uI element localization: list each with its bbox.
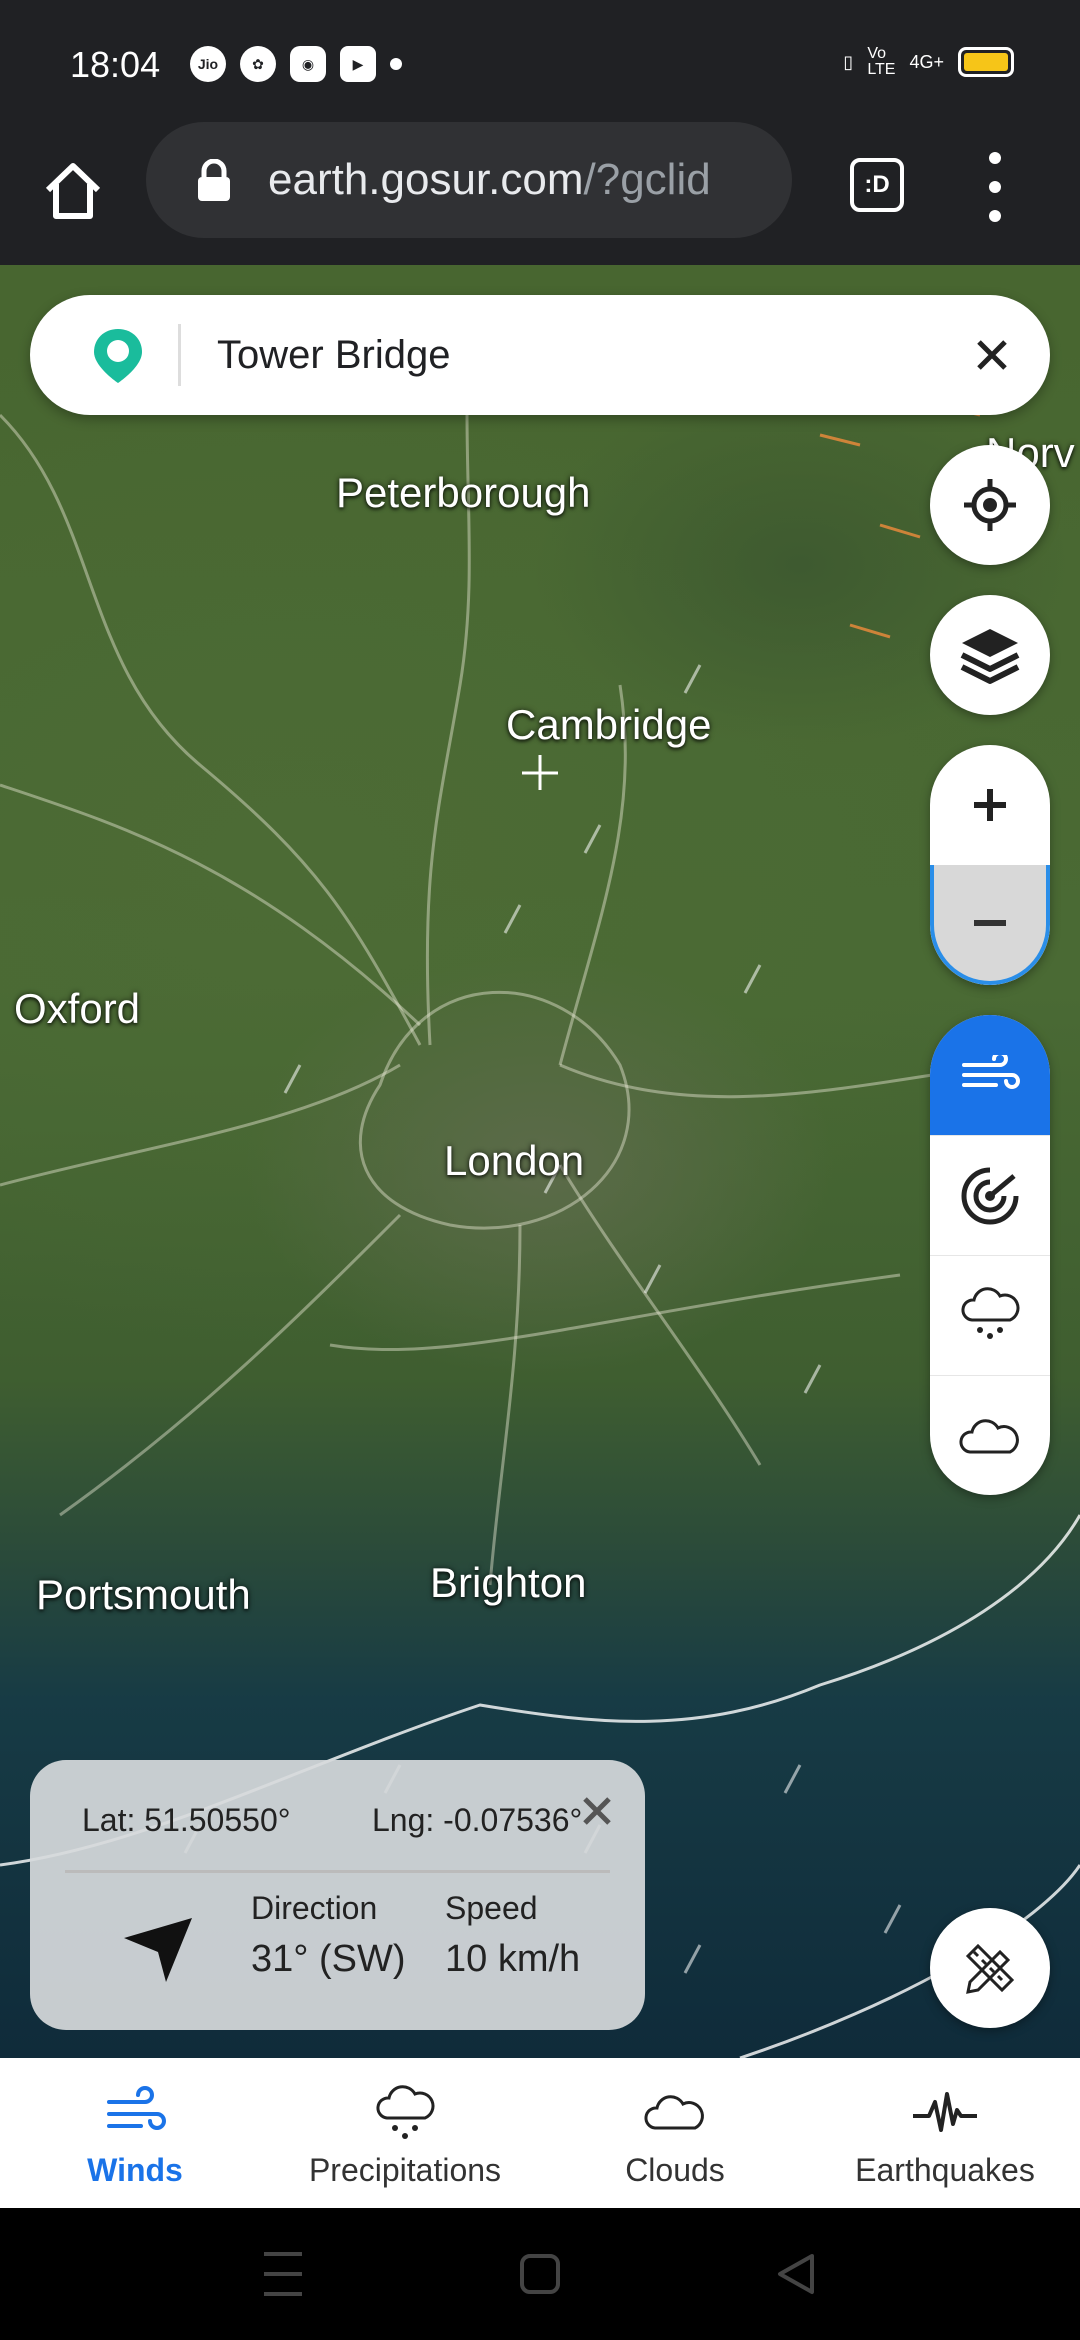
wind-layer-button[interactable] [930,1015,1050,1135]
close-icon [977,340,1007,370]
jio-icon: Jio [190,46,226,82]
nav-earthquakes[interactable]: Earthquakes [810,2058,1080,2208]
system-home-button [520,2254,560,2294]
wind-icon [107,2086,166,2130]
nav-label-winds: Winds [87,2152,183,2188]
browser-menu-button[interactable] [980,152,1010,222]
nav-winds[interactable]: Winds [0,2058,270,2208]
plus-icon [974,789,1006,821]
more-notifications-icon [390,58,402,70]
nav-label-precipitations: Precipitations [308,2152,502,2188]
search-input[interactable]: Tower Bridge [217,333,962,378]
nav-clouds[interactable]: Clouds [540,2058,810,2208]
notification-icons: Jio ✿ ◉ ▶ [190,46,402,82]
wind-info-card: Lat: 51.50550° Lng: -0.07536° Direction … [30,1760,645,2030]
radar-layer-button[interactable] [930,1135,1050,1255]
home-icon [45,163,101,219]
nav-precipitations[interactable]: Precipitations [270,2058,540,2208]
city-label-london: London [444,1137,585,1184]
city-label-peterborough: Peterborough [336,469,591,516]
status-bar: 18:04 Jio ✿ ◉ ▶ ▯ Vo LTE 4G+ [0,0,1080,130]
city-label-cambridge: Cambridge [506,701,712,748]
cloud-icon [959,1418,1019,1453]
vibrate-icon: ▯ [843,51,854,72]
youtube-icon: ▶ [340,46,376,82]
latitude-text: Lat: 51.50550° [82,1802,291,1838]
speed-label: Speed [445,1890,538,1926]
zoom-controls [930,745,1050,985]
back-button [778,2254,814,2294]
direction-value: 31° (SW) [251,1938,406,1980]
address-bar[interactable]: earth.gosur.com/?gclid [146,122,792,238]
overlay-layer-controls [930,1015,1050,1495]
app-icon: ✿ [240,46,276,82]
lock-icon [196,158,232,201]
city-label-brighton: Brighton [430,1559,587,1606]
rain-cloud-icon [961,1286,1020,1339]
location-marker [522,755,558,790]
url-path: /?gclid [583,155,711,204]
pencil-ruler-icon [965,1943,1015,1994]
wind-icon [962,1055,1020,1089]
layers-button[interactable] [930,595,1050,715]
recents-button [264,2252,302,2296]
close-info-card-button[interactable] [582,1786,612,1837]
my-location-button[interactable] [930,445,1050,565]
tab-switcher-button[interactable]: :D [850,158,904,212]
url-domain: earth.gosur.com [268,155,584,204]
browser-toolbar: earth.gosur.com/?gclid :D [0,122,1080,265]
signal-icon: 4G+ [909,51,944,72]
search-box[interactable]: Tower Bridge [30,295,1050,415]
seismograph-icon [913,2092,977,2132]
minus-icon [974,920,1006,926]
wind-direction-arrow-icon [124,1918,192,1982]
info-divider [65,1870,610,1873]
clouds-layer-button[interactable] [930,1375,1050,1495]
direction-label: Direction [251,1890,378,1926]
nav-label-clouds: Clouds [625,2152,725,2188]
longitude-text: Lng: -0.07536° [372,1802,583,1838]
volte-icon: Vo LTE [867,45,896,78]
nav-label-earthquakes: Earthquakes [855,2152,1035,2188]
city-label-portsmouth: Portsmouth [36,1571,251,1618]
status-time: 18:04 [70,44,161,85]
radar-icon [961,1167,1019,1224]
rain-cloud-icon [376,2085,435,2139]
city-label-oxford: Oxford [14,985,141,1032]
bottom-navigation: Winds Precipitations Clouds Earthquakes [0,2058,1080,2208]
search-divider [178,324,181,386]
precipitation-layer-button[interactable] [930,1255,1050,1375]
clear-search-button[interactable] [962,325,1022,385]
battery-icon [958,47,1014,77]
draw-button[interactable] [930,1908,1050,2028]
zoom-in-button[interactable] [930,745,1050,865]
system-navigation-bar [0,2208,1080,2340]
layers-icon [960,629,1020,684]
location-pin-icon [94,329,142,383]
zoom-out-button[interactable] [930,865,1050,985]
home-button[interactable] [38,156,108,226]
system-status-icons: ▯ Vo LTE 4G+ [843,46,1014,78]
cloud-icon [644,2095,704,2130]
close-icon [583,1797,611,1825]
speed-value: 10 km/h [445,1938,581,1980]
crosshair-icon [964,479,1016,531]
gamepad-icon: ◉ [290,46,326,82]
